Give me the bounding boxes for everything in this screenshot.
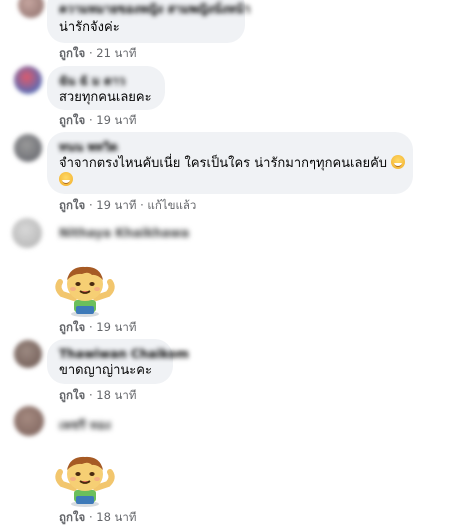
comment-bubble: ความหมายของหญิง สามพญิงนั่งหน้า น่ารักจั… [47,0,250,43]
avatar[interactable] [18,0,44,18]
comment-author[interactable]: ฉัน ฉั ม ดาว [59,74,153,89]
comment-timestamp[interactable]: 19 นาที [96,113,136,127]
comment-bubble: ฉัน ฉั ม ดาว สวยทุกคนเลยคะ [47,66,165,110]
like-button[interactable]: ถูกใจ [59,198,85,212]
comment-actions: ถูกใจ · 21 นาที [59,46,136,60]
comment-actions: ถูกใจ · 19 นาที [59,320,136,334]
edited-label[interactable]: แก้ไขแล้ว [147,198,196,212]
comment-author[interactable]: Nithaya Khaikhawa [59,226,189,240]
waving-boy-sticker [55,266,115,317]
comment-timestamp[interactable]: 18 นาที [96,388,136,402]
separator: · [88,510,93,524]
comment-author[interactable]: ความหมายของหญิง สามพญิงนั่งหน้า [59,2,250,17]
comment-actions: ถูกใจ · 18 นาที [59,510,136,524]
comment-author[interactable]: เพชรี ทอง [59,416,111,435]
avatar[interactable] [14,406,44,436]
separator: · [88,388,93,402]
comment-text: น่ารักจังค่ะ [59,20,120,35]
comment-text: จำจากตรงไหนคับเนี่ย ใครเป็นใคร น่ารักมาก… [59,155,406,172]
avatar[interactable] [14,340,42,368]
comment-bubble: ทนน พทวิด จำจากตรงไหนคับเนี่ย ใครเป็นใคร… [47,132,413,194]
grinning-emoji-icon [59,172,73,186]
like-button[interactable]: ถูกใจ [59,510,85,524]
separator: · [140,198,144,212]
comment-actions: ถูกใจ · 19 นาที · แก้ไขแล้ว [59,198,196,212]
comment-author[interactable]: ทนน พทวิด [59,140,401,155]
separator: · [88,198,93,212]
comment-actions: ถูกใจ · 18 นาที [59,388,136,402]
comment-timestamp[interactable]: 19 นาที [96,320,136,334]
avatar[interactable] [14,134,42,162]
avatar[interactable] [12,218,42,248]
avatar[interactable] [14,66,42,94]
like-button[interactable]: ถูกใจ [59,46,85,60]
comment-bubble: Thawiwan Chaikom ขาดญาญ่านะคะ [47,339,189,384]
like-button[interactable]: ถูกใจ [59,320,85,334]
waving-boy-sticker [55,456,115,507]
like-button[interactable]: ถูกใจ [59,388,85,402]
comment-text: ขาดญาญ่านะคะ [59,363,152,378]
separator: · [88,113,93,127]
comment-author[interactable]: Thawiwan Chaikom [59,347,189,362]
comment-text-continuation [59,172,401,189]
comment-timestamp[interactable]: 21 นาที [96,46,136,60]
comment-text-line: จำจากตรงไหนคับเนี่ย ใครเป็นใคร น่ารักมาก… [59,156,388,171]
grinning-emoji-icon [391,155,406,169]
comment-text: สวยทุกคนเลยคะ [59,90,152,105]
separator: · [88,320,93,334]
like-button[interactable]: ถูกใจ [59,113,85,127]
comment-timestamp[interactable]: 18 นาที [96,510,136,524]
separator: · [88,46,93,60]
comment-timestamp[interactable]: 19 นาที [96,198,136,212]
comment-actions: ถูกใจ · 19 นาที [59,113,136,127]
